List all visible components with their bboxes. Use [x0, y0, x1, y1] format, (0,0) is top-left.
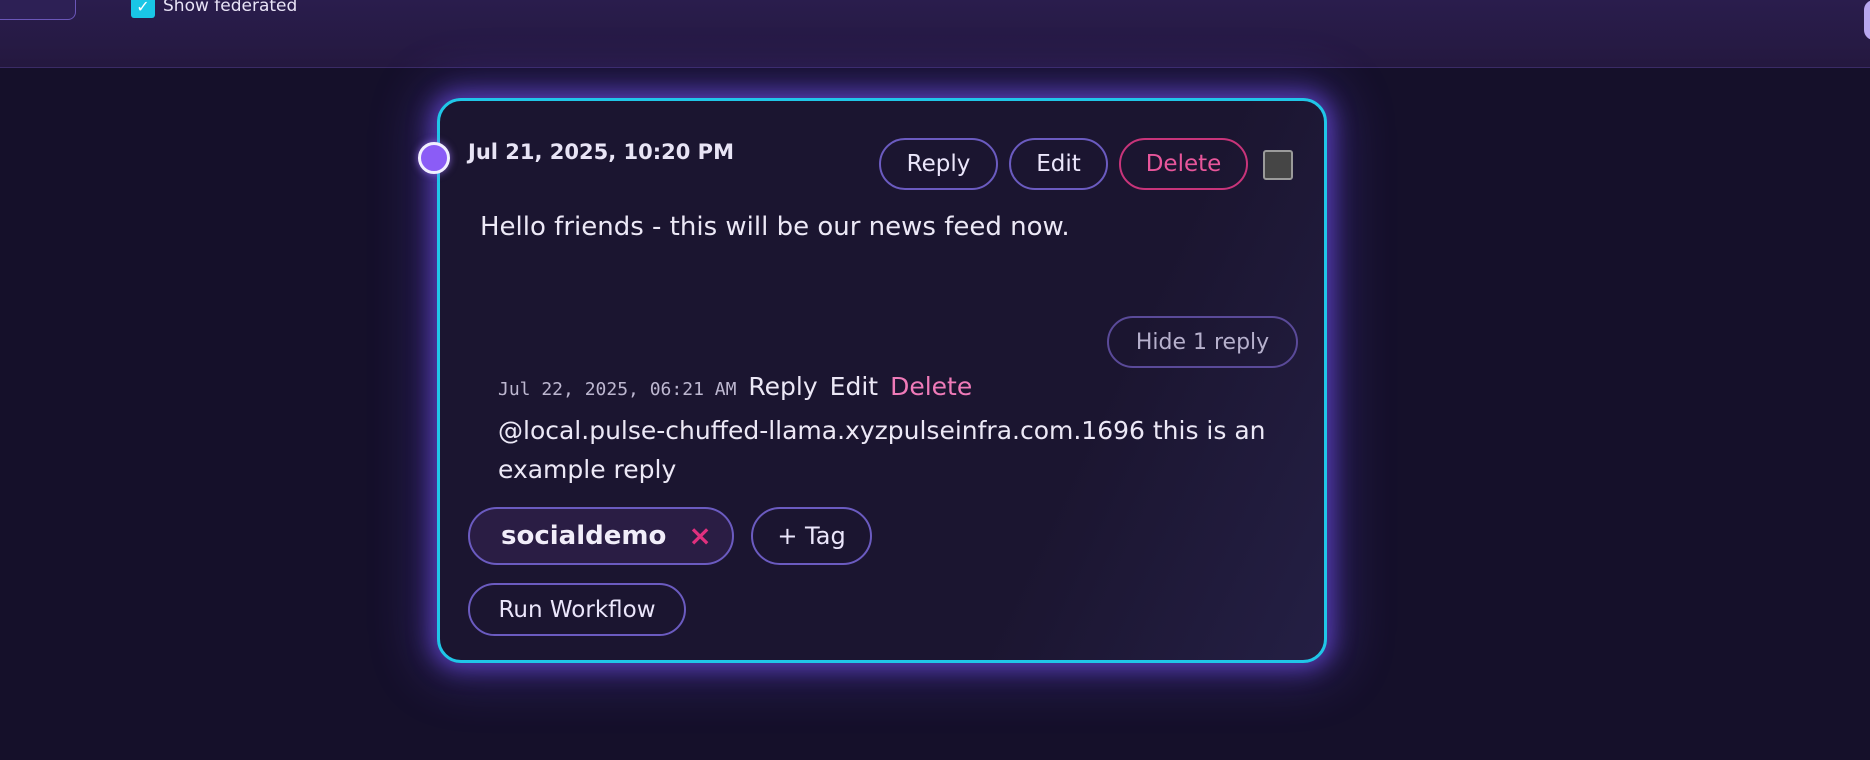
- post-date: Jul 21, 2025, 10:20 PM: [468, 140, 734, 164]
- delete-button[interactable]: Delete: [1119, 138, 1248, 190]
- reply-button[interactable]: Reply: [879, 138, 998, 190]
- remove-tag-icon[interactable]: ×: [688, 522, 711, 550]
- tag-chip: socialdemo ×: [468, 507, 734, 565]
- reply-header: Jul 22, 2025, 06:21 AM Reply Edit Delete: [498, 372, 972, 401]
- edit-button[interactable]: Edit: [1009, 138, 1108, 190]
- scrollbar-handle[interactable]: [1864, 0, 1870, 40]
- add-tag-button[interactable]: + Tag: [751, 507, 872, 565]
- show-federated-label: Show federated: [163, 0, 298, 16]
- reply-edit-link[interactable]: Edit: [830, 372, 878, 401]
- avatar-dot-icon: [418, 142, 450, 174]
- toolbar-button[interactable]: [0, 0, 76, 20]
- post-body: Hello friends - this will be our news fe…: [480, 212, 1070, 242]
- top-toolbar: ✓ Show federated: [0, 0, 1870, 68]
- reply-body: @local.pulse-chuffed-llama.xyzpulseinfra…: [498, 416, 1266, 484]
- show-federated-toggle[interactable]: ✓ Show federated: [131, 0, 297, 18]
- reply-date: Jul 22, 2025, 06:21 AM: [498, 379, 737, 400]
- hide-replies-button[interactable]: Hide 1 reply: [1107, 316, 1298, 368]
- reply-reply-link[interactable]: Reply: [748, 372, 817, 401]
- tag-label: socialdemo: [501, 521, 667, 551]
- select-checkbox[interactable]: [1263, 150, 1293, 180]
- checkbox-checked-icon[interactable]: ✓: [131, 0, 155, 18]
- reply-delete-link[interactable]: Delete: [890, 372, 972, 401]
- run-workflow-button[interactable]: Run Workflow: [468, 583, 686, 636]
